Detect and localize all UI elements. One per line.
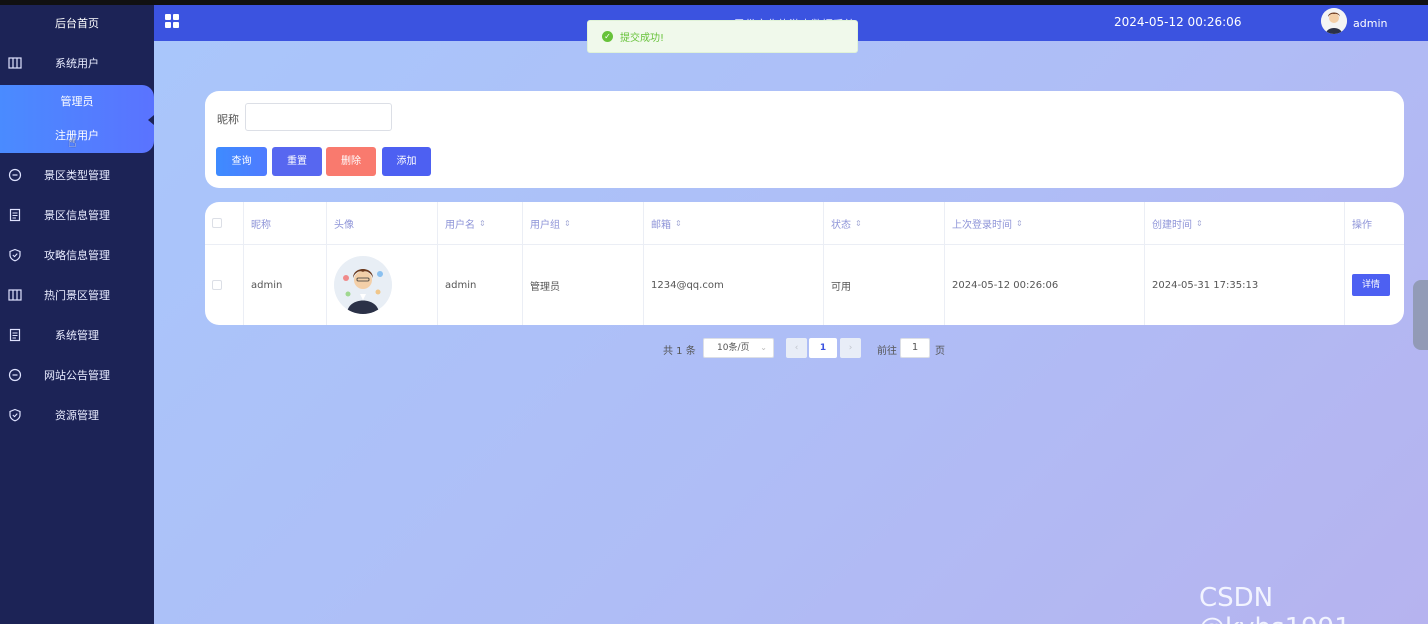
column-header-created[interactable]: 创建时间 ⇕ (1145, 202, 1345, 244)
goto-page-input[interactable]: 1 (900, 338, 930, 358)
sort-icon: ⇕ (1016, 218, 1023, 228)
columns-icon (8, 289, 22, 301)
query-button[interactable]: 查询 (216, 147, 267, 176)
column-header-actions: 操作 (1352, 219, 1372, 231)
check-circle-icon: ✓ (602, 31, 613, 42)
table-row: admin admin 管理员 1234@qq.com 可用 2024-05-1… (205, 245, 1404, 325)
pagination-total: 共 1 条 (663, 346, 696, 357)
chat-icon (8, 168, 22, 182)
document-icon (9, 208, 21, 222)
cell-status: 可用 (824, 245, 945, 325)
cell-actions: 详情 (1345, 245, 1404, 325)
avatar (334, 256, 392, 314)
prev-page-button[interactable]: ‹ (786, 338, 807, 358)
sidebar-item-label: 景区类型管理 (44, 169, 110, 182)
add-button[interactable]: 添加 (382, 147, 431, 176)
grid-menu-icon[interactable] (165, 14, 179, 28)
toast-message: 提交成功! (620, 33, 665, 44)
select-all-cell (205, 202, 244, 244)
cell-username: admin (438, 245, 523, 325)
document-icon (9, 328, 21, 342)
main-content: 昵称 查询 重置 删除 添加 昵称 头像 用户名 ⇕ 用户组 ⇕ 邮箱 ⇕ 状态 ⇕ 上… (154, 41, 1428, 624)
select-all-checkbox[interactable] (212, 218, 222, 228)
sidebar-item-scenic-type[interactable]: 景区类型管理 (0, 155, 154, 195)
sidebar-item-system-manage[interactable]: 系统管理 (0, 315, 154, 355)
sidebar-item-label: 资源管理 (55, 409, 99, 422)
sort-icon: ⇕ (1196, 218, 1203, 228)
sidebar-item-guide-info[interactable]: 攻略信息管理 (0, 235, 154, 275)
column-header-nickname: 昵称 (244, 202, 327, 244)
row-select-cell (205, 245, 244, 325)
chat-icon (8, 368, 22, 382)
cell-group: 管理员 (523, 245, 644, 325)
table-header: 昵称 头像 用户名 ⇕ 用户组 ⇕ 邮箱 ⇕ 状态 ⇕ 上次登录时间 ⇕ 创建时间 ⇕ 操作 (205, 202, 1404, 245)
sidebar-item-label: 景区信息管理 (44, 209, 110, 222)
sort-icon: ⇕ (479, 218, 486, 228)
success-toast: ✓ 提交成功! (587, 20, 858, 53)
user-avatar[interactable] (1321, 8, 1347, 34)
cell-created: 2024-05-31 17:35:13 (1145, 245, 1345, 325)
column-header-status[interactable]: 状态 ⇕ (824, 202, 945, 244)
sidebar-item-system-users[interactable]: 系统用户 (0, 43, 154, 83)
users-table: 昵称 头像 用户名 ⇕ 用户组 ⇕ 邮箱 ⇕ 状态 ⇕ 上次登录时间 ⇕ 创建时间 ⇕ 操作… (205, 202, 1404, 325)
detail-button[interactable]: 详情 (1352, 274, 1390, 296)
sidebar-subitem-admin[interactable]: 管理员 (0, 85, 154, 119)
header-username[interactable]: admin (1353, 17, 1387, 30)
sidebar-item-label: 系统用户 (55, 57, 99, 70)
sidebar-subitem-registered-users[interactable]: 注册用户 (0, 119, 154, 153)
nickname-search-input[interactable] (245, 103, 392, 131)
sidebar: 后台首页 系统用户 管理员 注册用户 景区类型管理 景区信息管理 攻略信息管理 … (0, 5, 154, 624)
sidebar-item-label: 网站公告管理 (44, 369, 110, 382)
sort-icon: ⇕ (675, 218, 682, 228)
page-size-select[interactable]: 10条/页 ⌄ (703, 338, 774, 358)
sidebar-submenu: 管理员 注册用户 (0, 85, 154, 153)
sidebar-item-scenic-info[interactable]: 景区信息管理 (0, 195, 154, 235)
cell-last-login: 2024-05-12 00:26:06 (945, 245, 1145, 325)
search-panel: 昵称 查询 重置 删除 添加 (205, 91, 1404, 188)
sidebar-item-label: 热门景区管理 (44, 289, 110, 302)
hand-cursor-icon: ☝ (68, 135, 77, 151)
goto-label: 前往 (877, 346, 897, 357)
sidebar-home[interactable]: 后台首页 (0, 5, 154, 43)
cell-avatar (327, 245, 438, 325)
chevron-down-icon: ⌄ (760, 343, 767, 352)
watermark: CSDN @kybs1991 (1199, 583, 1351, 624)
column-header-avatar: 头像 (327, 202, 438, 244)
column-header-last-login[interactable]: 上次登录时间 ⇕ (945, 202, 1145, 244)
sidebar-item-label: 攻略信息管理 (44, 249, 110, 262)
delete-button[interactable]: 删除 (326, 147, 376, 176)
next-page-button[interactable]: › (840, 338, 861, 358)
pagination: 共 1 条 10条/页 ⌄ ‹ 1 › 前往 1 页 (154, 338, 1428, 358)
column-header-group[interactable]: 用户组 ⇕ (523, 202, 644, 244)
sidebar-item-hot-scenic[interactable]: 热门景区管理 (0, 275, 154, 315)
header-datetime: 2024-05-12 00:26:06 (1114, 15, 1242, 29)
page-suffix: 页 (935, 346, 945, 357)
sidebar-item-announcements[interactable]: 网站公告管理 (0, 355, 154, 395)
cell-nickname: admin (244, 245, 327, 325)
sort-icon: ⇕ (564, 218, 571, 228)
sort-icon: ⇕ (855, 218, 862, 228)
sidebar-item-resources[interactable]: 资源管理 (0, 395, 154, 435)
column-header-email[interactable]: 邮箱 ⇕ (644, 202, 824, 244)
shield-icon (9, 408, 21, 422)
row-checkbox[interactable] (212, 280, 222, 290)
column-header-username[interactable]: 用户名 ⇕ (438, 202, 523, 244)
cell-email: 1234@qq.com (644, 245, 824, 325)
current-page[interactable]: 1 (809, 338, 837, 358)
columns-icon (8, 57, 22, 69)
side-scroll-handle[interactable] (1413, 280, 1428, 350)
reset-button[interactable]: 重置 (272, 147, 322, 176)
nickname-label: 昵称 (217, 113, 239, 126)
shield-icon (9, 248, 21, 262)
sidebar-item-label: 系统管理 (55, 329, 99, 342)
